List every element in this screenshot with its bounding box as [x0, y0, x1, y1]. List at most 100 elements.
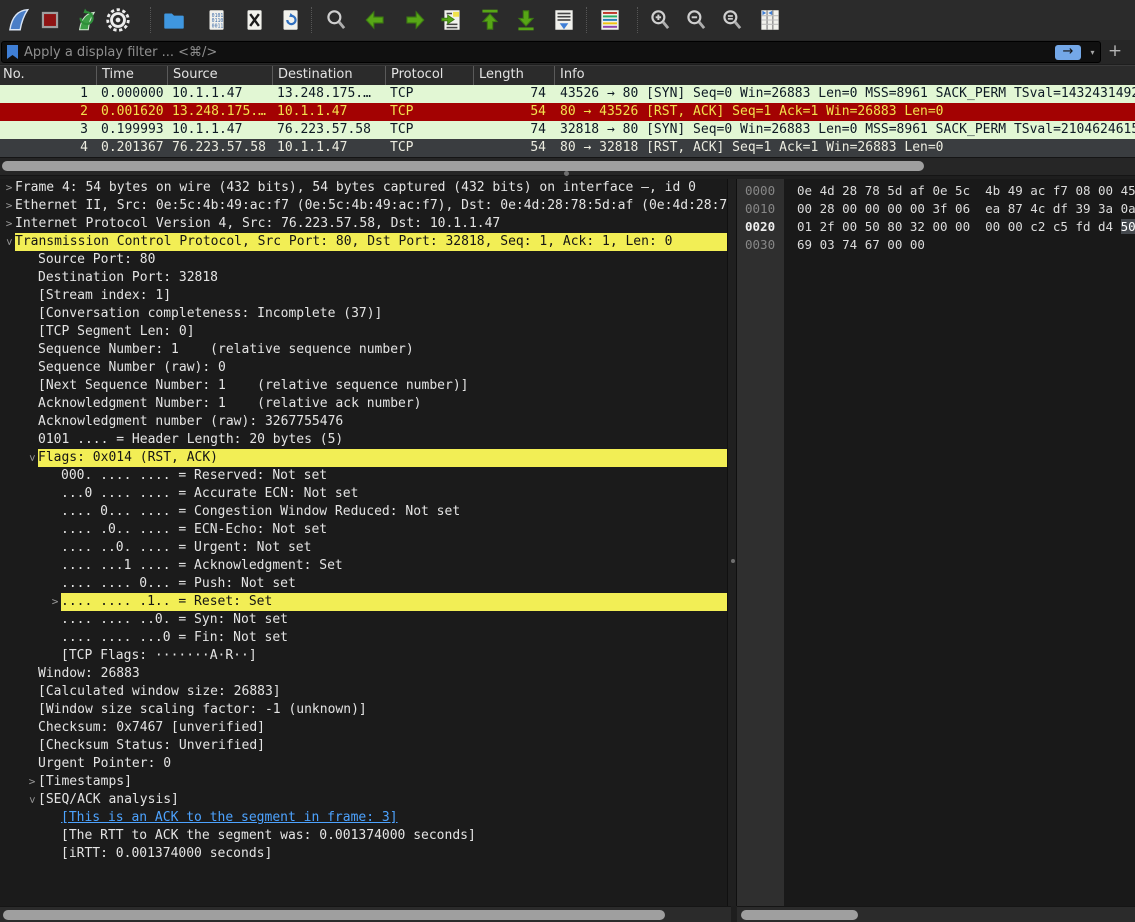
- zoom-in-icon[interactable]: [646, 6, 674, 34]
- expander-closed-icon[interactable]: >: [3, 179, 15, 197]
- packet-row[interactable]: 20.00162013.248.175.…10.1.1.47TCP5480 → …: [0, 103, 1135, 121]
- start-capture-icon[interactable]: [4, 6, 32, 34]
- close-capture-icon[interactable]: [240, 6, 268, 34]
- detail-row[interactable]: Sequence Number (raw): 0: [0, 359, 727, 377]
- zoom-out-icon[interactable]: [682, 6, 710, 34]
- filter-dropdown-caret[interactable]: ▾: [1085, 45, 1100, 60]
- reload-capture-icon[interactable]: [276, 6, 304, 34]
- apply-filter-button[interactable]: →: [1055, 45, 1081, 60]
- detail-row[interactable]: 000. .... .... = Reserved: Not set: [0, 467, 727, 485]
- detail-row[interactable]: [Window size scaling factor: -1 (unknown…: [0, 701, 727, 719]
- details-hscroll-thumb[interactable]: [3, 910, 665, 920]
- zoom-original-icon[interactable]: [718, 6, 746, 34]
- packet-row[interactable]: 30.19999310.1.1.4776.223.57.58TCP7432818…: [0, 121, 1135, 139]
- detail-row[interactable]: [iRTT: 0.001374000 seconds]: [0, 845, 727, 863]
- column-header-length[interactable]: Length: [473, 66, 554, 85]
- detail-row[interactable]: [TCP Segment Len: 0]: [0, 323, 727, 341]
- detail-row[interactable]: Checksum: 0x7467 [unverified]: [0, 719, 727, 737]
- pane-splitter-handle[interactable]: [564, 171, 569, 176]
- detail-row[interactable]: .... 0... .... = Congestion Window Reduc…: [0, 503, 727, 521]
- column-header-time[interactable]: Time: [96, 66, 167, 85]
- open-capture-icon[interactable]: [160, 6, 188, 34]
- detail-row[interactable]: >.... .... .1.. = Reset: Set: [0, 593, 727, 611]
- column-header-no[interactable]: No.: [0, 66, 96, 85]
- restart-capture-icon[interactable]: [71, 6, 99, 34]
- packet-cell-no: 1: [0, 85, 96, 103]
- detail-row[interactable]: Acknowledgment number (raw): 3267755476: [0, 413, 727, 431]
- go-back-icon[interactable]: [362, 6, 390, 34]
- expander-spacer: [26, 413, 38, 431]
- expander-closed-icon[interactable]: >: [49, 593, 61, 611]
- packet-row[interactable]: 10.00000010.1.1.4713.248.175.…TCP7443526…: [0, 85, 1135, 103]
- packet-list-hscroll-thumb[interactable]: [2, 161, 924, 171]
- detail-row[interactable]: .... ...1 .... = Acknowledgment: Set: [0, 557, 727, 575]
- packet-cell-info: 80 → 43526 [RST, ACK] Seq=1 Ack=1 Win=26…: [554, 103, 1135, 121]
- column-header-info[interactable]: Info: [554, 66, 1135, 85]
- detail-row[interactable]: >Flags: 0x014 (RST, ACK): [0, 449, 727, 467]
- expander-closed-icon[interactable]: >: [3, 215, 15, 233]
- detail-row[interactable]: [The RTT to ACK the segment was: 0.00137…: [0, 827, 727, 845]
- go-forward-icon[interactable]: [400, 6, 428, 34]
- detail-row[interactable]: ...0 .... .... = Accurate ECN: Not set: [0, 485, 727, 503]
- column-header-protocol[interactable]: Protocol: [385, 66, 473, 85]
- hex-row[interactable]: 003069 03 74 67 00 00: [737, 236, 1135, 254]
- detail-row[interactable]: [This is an ACK to the segment in frame:…: [0, 809, 727, 827]
- detail-row[interactable]: .... .... ..0. = Syn: Not set: [0, 611, 727, 629]
- go-first-packet-icon[interactable]: [476, 6, 504, 34]
- go-last-packet-icon[interactable]: [512, 6, 540, 34]
- detail-row[interactable]: Source Port: 80: [0, 251, 727, 269]
- toolbar-separator: [150, 7, 151, 33]
- detail-row[interactable]: .... .0.. .... = ECN-Echo: Not set: [0, 521, 727, 539]
- detail-row[interactable]: [TCP Flags: ·······A·R··]: [0, 647, 727, 665]
- detail-row[interactable]: Acknowledgment Number: 1 (relative ack n…: [0, 395, 727, 413]
- expander-open-icon[interactable]: >: [23, 794, 41, 806]
- expander-open-icon[interactable]: >: [0, 236, 18, 248]
- display-filter-input-box[interactable]: → ▾: [1, 41, 1101, 63]
- expander-closed-icon[interactable]: >: [26, 773, 38, 791]
- detail-row[interactable]: .... .... ...0 = Fin: Not set: [0, 629, 727, 647]
- bookmark-icon[interactable]: [5, 44, 21, 60]
- add-filter-button[interactable]: +: [1106, 40, 1124, 62]
- packet-cell-time: 0.201367: [96, 139, 167, 157]
- detail-row[interactable]: [Conversation completeness: Incomplete (…: [0, 305, 727, 323]
- display-filter-field[interactable]: [24, 42, 1044, 62]
- auto-scroll-icon[interactable]: [550, 6, 578, 34]
- expander-closed-icon[interactable]: >: [3, 197, 15, 215]
- detail-row[interactable]: >Transmission Control Protocol, Src Port…: [0, 233, 727, 251]
- colorize-packets-icon[interactable]: [596, 6, 624, 34]
- hex-row[interactable]: 002001 2f 00 50 80 32 00 00 00 00 c2 c5 …: [737, 218, 1135, 236]
- detail-row[interactable]: >[SEQ/ACK analysis]: [0, 791, 727, 809]
- find-packet-icon[interactable]: [322, 6, 350, 34]
- detail-row[interactable]: >Ethernet II, Src: 0e:5c:4b:49:ac:f7 (0e…: [0, 197, 727, 215]
- resize-columns-icon[interactable]: [756, 6, 784, 34]
- stop-capture-icon[interactable]: [36, 6, 64, 34]
- detail-row[interactable]: >Internet Protocol Version 4, Src: 76.22…: [0, 215, 727, 233]
- hex-row[interactable]: 001000 28 00 00 00 00 3f 06 ea 87 4c df …: [737, 200, 1135, 218]
- detail-row[interactable]: >Frame 4: 54 bytes on wire (432 bits), 5…: [0, 179, 727, 197]
- detail-row[interactable]: [Calculated window size: 26883]: [0, 683, 727, 701]
- expander-spacer: [26, 269, 38, 287]
- detail-row[interactable]: 0101 .... = Header Length: 20 bytes (5): [0, 431, 727, 449]
- detail-row[interactable]: [Checksum Status: Unverified]: [0, 737, 727, 755]
- hex-row[interactable]: 00000e 4d 28 78 5d af 0e 5c 4b 49 ac f7 …: [737, 182, 1135, 200]
- detail-row[interactable]: [Stream index: 1]: [0, 287, 727, 305]
- display-filter-bar: → ▾ +: [0, 40, 1135, 64]
- detail-row[interactable]: Destination Port: 32818: [0, 269, 727, 287]
- save-capture-icon[interactable]: 010101100011: [202, 6, 230, 34]
- column-header-source[interactable]: Source: [167, 66, 272, 85]
- capture-options-icon[interactable]: [104, 6, 132, 34]
- detail-row[interactable]: Urgent Pointer: 0: [0, 755, 727, 773]
- detail-row[interactable]: [Next Sequence Number: 1 (relative seque…: [0, 377, 727, 395]
- expander-open-icon[interactable]: >: [23, 452, 41, 464]
- detail-row[interactable]: Window: 26883: [0, 665, 727, 683]
- pane-divider[interactable]: [727, 179, 737, 906]
- packet-row[interactable]: 40.20136776.223.57.5810.1.1.47TCP5480 → …: [0, 139, 1135, 157]
- detail-row[interactable]: .... ..0. .... = Urgent: Not set: [0, 539, 727, 557]
- detail-row[interactable]: >[Timestamps]: [0, 773, 727, 791]
- pane-divider-handle[interactable]: [731, 559, 735, 563]
- go-to-packet-icon[interactable]: [438, 6, 466, 34]
- bytes-hscroll-thumb[interactable]: [741, 910, 858, 920]
- detail-row[interactable]: Sequence Number: 1 (relative sequence nu…: [0, 341, 727, 359]
- detail-row[interactable]: .... .... 0... = Push: Not set: [0, 575, 727, 593]
- column-header-destination[interactable]: Destination: [272, 66, 385, 85]
